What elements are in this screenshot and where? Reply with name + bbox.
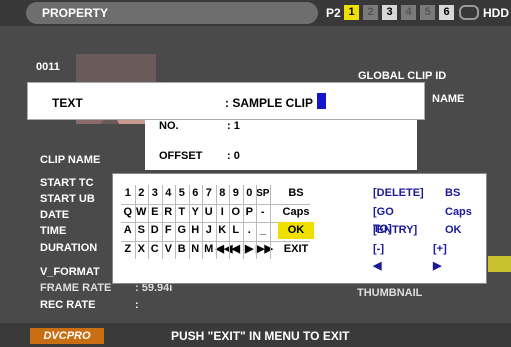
duration-label: DURATION: [40, 242, 98, 254]
slot-5-indicator: 5: [420, 5, 435, 20]
keyboard-key[interactable]: SP: [256, 185, 270, 202]
p2-label: P2: [326, 6, 341, 20]
keyboard-key[interactable]: 4: [162, 185, 176, 202]
help-key-label: [DELETE]: [373, 187, 424, 199]
footer-message: PUSH "EXIT" IN MENU TO EXIT: [171, 329, 350, 343]
keyboard-key[interactable]: O: [229, 204, 243, 221]
keyboard-key[interactable]: Y: [189, 204, 203, 221]
text-cursor: [317, 93, 326, 109]
help-action-label: OK: [445, 224, 462, 236]
help-action-label: Caps: [445, 205, 472, 218]
text-field-label: TEXT: [52, 96, 83, 110]
thumbnail-label: THUMBNAIL: [357, 287, 423, 299]
slot-6-indicator: 6: [439, 5, 454, 20]
start-ub-label: START UB: [40, 193, 95, 205]
keyboard-key[interactable]: W: [135, 204, 149, 221]
keyboard-key[interactable]: 6: [189, 185, 203, 202]
keyboard-key[interactable]: C: [148, 241, 162, 258]
keyboard-key[interactable]: E: [148, 204, 162, 221]
keyboard-key[interactable]: M: [202, 241, 216, 258]
help-action-label: [+] ▶: [433, 242, 447, 272]
start-tc-label: START TC: [40, 177, 94, 189]
ok-key[interactable]: OK: [278, 222, 314, 239]
highlight-strip: [488, 256, 511, 272]
keyboard-key[interactable]: S: [135, 222, 149, 239]
keyboard-key[interactable]: B: [175, 241, 189, 258]
slot-2-indicator: 2: [363, 5, 378, 20]
name-label: NAME: [432, 93, 465, 105]
keyboard-key[interactable]: D: [148, 222, 162, 239]
slot-1-indicator: 1: [344, 5, 359, 20]
clip-number-panel: NO. : 1 OFFSET : 0: [145, 120, 417, 170]
keyboard-key[interactable]: H: [189, 222, 203, 239]
help-key-label: [ENTRY]: [373, 224, 418, 236]
frame-rate-label: FRAME RATE: [40, 282, 112, 294]
date-label: DATE: [40, 209, 70, 221]
keyboard-key[interactable]: A: [121, 222, 135, 239]
keyboard-key[interactable]: ◀◀: [216, 241, 233, 258]
text-input-dialog: TEXT : SAMPLE CLIP: [27, 82, 425, 120]
rec-rate-label: REC RATE: [40, 299, 96, 311]
clip-name-label: CLIP NAME: [40, 154, 101, 166]
clip-number: 0011: [36, 61, 60, 73]
no-value: : 1: [227, 120, 240, 132]
keyboard-key[interactable]: U: [202, 204, 216, 221]
exit-key[interactable]: EXIT: [278, 241, 314, 258]
keyboard-key[interactable]: K: [216, 222, 230, 239]
keyboard-key[interactable]: N: [189, 241, 203, 258]
keyboard-key[interactable]: T: [175, 204, 189, 221]
keyboard-key[interactable]: 5: [175, 185, 189, 202]
keyboard-key[interactable]: I: [216, 204, 230, 221]
time-label: TIME: [40, 225, 67, 237]
text-field-value[interactable]: : SAMPLE CLIP: [225, 96, 313, 110]
page-title: PROPERTY: [26, 2, 318, 24]
keyboard-key[interactable]: ▶: [243, 241, 257, 258]
rec-rate-value: :: [135, 299, 139, 311]
keyboard-key[interactable]: V: [162, 241, 176, 258]
hdd-label: HDD: [483, 6, 509, 20]
slot-4-indicator: 4: [401, 5, 416, 20]
caps-key[interactable]: Caps: [278, 204, 314, 221]
keyboard-key[interactable]: J: [202, 222, 216, 239]
bs-key[interactable]: BS: [278, 185, 314, 202]
keyboard-key[interactable]: P: [243, 204, 257, 221]
offset-label: OFFSET: [159, 150, 203, 162]
keyboard-key[interactable]: -: [256, 204, 270, 221]
keyboard-key[interactable]: Q: [121, 204, 135, 221]
keyboard-key[interactable]: 9: [229, 185, 243, 202]
no-label: NO.: [159, 120, 179, 132]
keyboard-key[interactable]: _: [256, 222, 270, 239]
hdd-icon: [459, 5, 479, 20]
keyboard-key[interactable]: F: [162, 222, 176, 239]
global-clip-id-label: GLOBAL CLIP ID: [358, 70, 447, 82]
help-action-label: BS: [445, 187, 461, 199]
keyboard-key[interactable]: X: [135, 241, 149, 258]
keyboard-key[interactable]: ▶▶: [256, 241, 273, 258]
keyboard-key[interactable]: .: [243, 222, 257, 239]
keyboard-key[interactable]: G: [175, 222, 189, 239]
keyboard-key[interactable]: 0: [243, 185, 257, 202]
software-keyboard: 1 2 3 4 5 6 7 8 9 0 SP Q W E R T Y U I O P - A S D F G H J K L. _ Z X C V B N…: [112, 173, 487, 284]
help-key-label: [-] ◀: [373, 242, 384, 272]
keyboard-key[interactable]: 3: [148, 185, 162, 202]
keyboard-key[interactable]: 8: [216, 185, 230, 202]
keyboard-key[interactable]: R: [162, 204, 176, 221]
keyboard-key[interactable]: 7: [202, 185, 216, 202]
v-format-label: V_FORMAT: [40, 266, 100, 278]
keyboard-key[interactable]: 2: [135, 185, 149, 202]
keyboard-key[interactable]: Z: [121, 241, 135, 258]
keyboard-key[interactable]: L: [229, 222, 243, 239]
keyboard-key[interactable]: ◀: [229, 241, 243, 258]
keyboard-key[interactable]: 1: [121, 185, 135, 202]
offset-value: : 0: [227, 150, 240, 162]
dvcpro-logo: DVCPRO: [30, 328, 104, 344]
slot-3-indicator: 3: [382, 5, 397, 20]
